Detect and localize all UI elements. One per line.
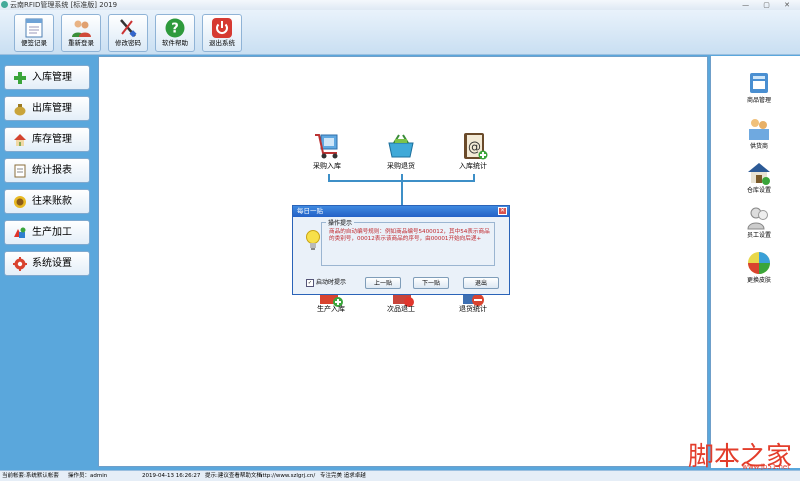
app-icon [1,1,8,8]
dialog-title-bar[interactable]: 每日一贴 [293,206,509,217]
right-item-label: 供货商 [749,143,768,150]
exit-dialog-button[interactable]: 退出 [463,277,499,289]
tip-group-label: 操作提示 [328,220,353,227]
right-item-label: 商品管理 [746,97,771,104]
tip-text: 商品的自动编号规则：例如商品编号5400012，其中54表示商品的类别号，000… [329,229,490,242]
flow-label: 次品退工 [387,305,415,313]
nav-item-settings[interactable]: 系统设置 [4,251,90,276]
notepad-icon [25,18,43,38]
edit-tools-icon [120,19,137,38]
window-title-bar: 云南RFID管理系统 [标准版] 2019 — ▢ ✕ [0,0,800,10]
toolbar-button-exit[interactable]: 退出系统 [202,14,242,52]
power-icon [212,18,232,38]
right-item-staff[interactable]: 员工设置 [731,205,787,240]
nav-item-production[interactable]: 生产加工 [4,220,90,245]
nav-item-label: 系统设置 [32,258,72,269]
nav-item-stock-in[interactable]: 入库管理 [4,65,90,90]
daily-tip-dialog: 每日一贴 ✕ 操作提示 商品的自动编号规则：例如商品编号5400012，其中54… [292,205,510,295]
previous-tip-button[interactable]: 上一贴 [365,277,401,289]
address-book-icon[interactable]: @ [459,131,489,161]
palette-icon [748,252,770,274]
toolbar-button-label: 软件帮助 [162,39,188,47]
gear-icon [13,257,27,271]
nav-item-inventory[interactable]: 库存管理 [4,127,90,152]
right-item-skin[interactable]: 更换皮肤 [731,250,787,285]
flow-connector [401,192,403,206]
lightbulb-icon [306,230,320,250]
right-item-label: 员工设置 [746,232,771,239]
right-item-warehouse[interactable]: 仓库设置 [731,160,787,195]
cart-icon[interactable] [312,131,342,161]
warehouse-icon [748,163,770,185]
toolbar-button-help[interactable]: ? 软件帮助 [155,14,195,52]
nav-item-label: 库存管理 [32,134,72,145]
nav-item-reports[interactable]: 统计报表 [4,158,90,183]
right-item-label: 更换皮肤 [746,277,771,284]
status-bar: 当前帐套:系统默认帐套 操作员：admin 2019-04-13 16:26:2… [0,470,800,481]
right-item-products[interactable]: 商品管理 [731,70,787,105]
left-navigation: 入库管理 出库管理 库存管理 统计报表 往来账款 生产加工 系统设置 [0,56,97,468]
toolbar-button-label: 退出系统 [209,39,235,47]
nav-item-accounts[interactable]: 往来账款 [4,189,90,214]
staff-icon [747,207,768,230]
nav-item-label: 往来账款 [32,196,72,207]
toolbar-button-notes[interactable]: 便签记录 [14,14,54,52]
nav-item-stock-out[interactable]: 出库管理 [4,96,90,121]
flow-label: 采购退货 [387,162,415,170]
basket-icon[interactable] [386,131,416,161]
nav-item-label: 统计报表 [32,165,72,176]
toolbar-button-label: 重新登录 [68,39,94,47]
nav-item-label: 出库管理 [32,103,72,114]
window-control-buttons[interactable]: — ▢ ✕ [742,0,796,10]
help-icon: ? [165,18,185,38]
right-item-suppliers[interactable]: 供货商 [731,116,787,151]
dialog-close-button[interactable]: ✕ [498,207,507,215]
flow-label: 采购入库 [313,162,341,170]
toolbar-button-label: 便签记录 [21,39,47,47]
report-icon [14,164,26,178]
toolbar-button-label: 修改密码 [115,39,141,47]
shapes-icon [14,227,26,238]
toolbar-button-relogin[interactable]: 重新登录 [61,14,101,52]
coins-icon [14,196,26,208]
svg-text:?: ? [171,22,179,37]
checkbox-box[interactable]: ✓ [306,278,314,287]
users-icon [72,20,91,37]
plus-icon [14,72,26,84]
product-icon [750,73,768,93]
flow-label: 入库统计 [459,162,487,170]
window-title: 云南RFID管理系统 [标准版] 2019 [10,1,118,9]
svg-text:@: @ [468,140,481,155]
toolbar: 便签记录 重新登录 修改密码 ? 软件帮助 退出系统 [0,10,800,55]
checkbox-label: 启动时提示 [316,279,347,286]
supplier-icon [749,119,769,140]
flow-label: 退货统计 [459,305,487,313]
nav-item-label: 生产加工 [32,227,72,238]
next-tip-button[interactable]: 下一贴 [413,277,449,289]
dialog-title: 每日一贴 [297,207,323,215]
flow-connector [401,181,403,192]
toolbar-button-change-password[interactable]: 修改密码 [108,14,148,52]
show-on-startup-checkbox[interactable]: ✓ 启动时提示 [306,278,346,288]
house-icon [14,134,26,146]
right-item-label: 仓库设置 [746,187,771,194]
nav-item-label: 入库管理 [32,72,72,83]
flow-label: 生产入库 [317,305,345,313]
right-panel: 商品管理 供货商 仓库设置 员工设置 更换皮肤 [710,56,800,468]
money-bag-icon [14,104,26,116]
